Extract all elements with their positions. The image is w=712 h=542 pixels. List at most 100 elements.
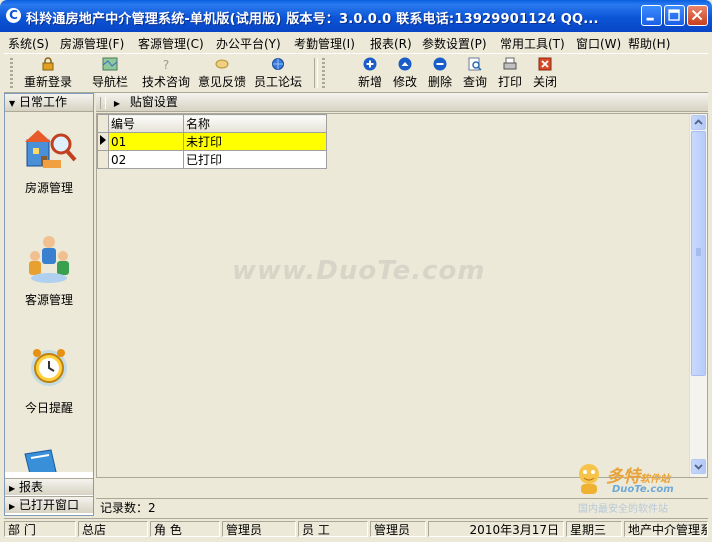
forum-button[interactable]: 员工论坛 [254, 57, 302, 90]
relogin-button[interactable]: 重新登录 [24, 57, 72, 90]
watermark-logo-slogan: 国内最安全的软件站 [578, 504, 668, 515]
menu-office[interactable]: 办公平台(Y) [216, 35, 281, 52]
menu-property[interactable]: 房源管理(F) [60, 35, 124, 52]
tech-support-label: 技术咨询 [142, 75, 191, 89]
table-header-row: 编号 名称 [97, 114, 327, 133]
play-arrow-icon: ▶ [113, 99, 120, 108]
daily-work-header[interactable]: ▼ 日常工作 [5, 94, 93, 112]
column-header-id[interactable]: 编号 [108, 114, 184, 133]
minimize-icon [646, 17, 654, 21]
map-icon [102, 57, 118, 71]
watermark-logo-domain: DuoTe.com [612, 484, 674, 495]
status-role-value: 管理员 [222, 521, 296, 537]
menu-bar: 系统(S) 房源管理(F) 客源管理(C) 办公平台(Y) 考勤管理(I) 报表… [4, 32, 708, 52]
cell-name[interactable]: 已打印 [183, 150, 327, 169]
expand-arrow-icon: ▶ [9, 502, 16, 511]
lock-icon [42, 57, 54, 71]
scroll-up-button[interactable] [691, 115, 706, 130]
toolbar-separator [314, 58, 318, 88]
search-button[interactable]: 查询 [463, 57, 487, 90]
add-button[interactable]: 新增 [358, 57, 382, 90]
question-icon: ? [163, 58, 169, 71]
up-arrow-icon [398, 57, 412, 71]
close-window-button[interactable]: 关闭 [533, 57, 557, 90]
reminder-label: 今日提醒 [24, 401, 73, 415]
minus-icon [433, 57, 447, 71]
nav-item-more[interactable] [5, 448, 83, 472]
data-table: 编号 名称 01 未打印 02 已打印 [97, 114, 327, 169]
column-header-name[interactable]: 名称 [183, 114, 327, 133]
relogin-label: 重新登录 [24, 75, 73, 89]
title-bar: C 科羚通房地产中介管理系统-单机版(试用版) 版本号：3.0.0.0 联系电话… [0, 0, 712, 32]
client-label: 客源管理 [24, 293, 73, 307]
chevron-up-icon [694, 119, 703, 125]
menu-attendance[interactable]: 考勤管理(I) [294, 35, 355, 52]
cell-id[interactable]: 01 [108, 132, 184, 151]
menu-client[interactable]: 客源管理(C) [138, 35, 204, 52]
close-window-label: 关闭 [533, 75, 558, 89]
expand-arrow-icon: ▶ [9, 484, 16, 493]
edit-label: 修改 [393, 75, 418, 89]
nav-item-reminder[interactable]: 今日提醒 [5, 342, 93, 416]
alarm-clock-icon [31, 349, 67, 386]
delete-button[interactable]: 删除 [428, 57, 452, 90]
left-nav-panel: ▼ 日常工作 房源管理 客源管理 今日提醒 ▶ 报表 ▶ 已打开窗口 [4, 93, 94, 516]
status-app-name: 地产中介管理系 [624, 521, 708, 537]
row-indicator-header [97, 114, 109, 133]
app-icon: C [6, 8, 21, 23]
close-icon [691, 9, 703, 21]
vertical-scrollbar[interactable] [689, 114, 707, 477]
maximize-button[interactable] [664, 5, 685, 26]
minimize-button[interactable] [641, 5, 662, 26]
collapse-arrow-icon: ▼ [9, 99, 16, 108]
cell-id[interactable]: 02 [108, 150, 184, 169]
report-section-header[interactable]: ▶ 报表 [5, 478, 93, 495]
toolbar-grip-2[interactable] [322, 58, 325, 88]
globe-icon [272, 58, 284, 70]
menu-window[interactable]: 窗口(W) [576, 35, 621, 52]
menu-report[interactable]: 报表(R) [370, 35, 412, 52]
status-staff-value: 管理员 [370, 521, 426, 537]
nav-item-client[interactable]: 客源管理 [5, 234, 93, 308]
menu-settings[interactable]: 参数设置(P) [422, 35, 487, 52]
house-magnifier-icon [25, 130, 77, 168]
feedback-label: 意见反馈 [198, 75, 247, 89]
edit-button[interactable]: 修改 [393, 57, 417, 90]
header-divider [100, 96, 106, 109]
nav-item-property[interactable]: 房源管理 [5, 126, 93, 196]
people-icon [29, 236, 69, 283]
print-button[interactable]: 打印 [498, 57, 522, 90]
folder-icon [24, 449, 57, 472]
close-red-icon [538, 57, 552, 71]
daily-work-body: 房源管理 客源管理 今日提醒 [5, 112, 93, 472]
toolbar-grip[interactable] [10, 58, 13, 88]
navbar-label: 导航栏 [92, 75, 129, 89]
status-dept-value: 总店 [78, 521, 148, 537]
menu-help[interactable]: 帮助(H) [628, 35, 670, 52]
feedback-button[interactable]: 意见反馈 [198, 57, 246, 90]
content-title: 贴窗设置 [129, 95, 178, 109]
status-dept-label: 部 门 [4, 521, 76, 537]
scroll-thumb[interactable] [691, 131, 706, 376]
toolbar: 重新登录 导航栏 ? 技术咨询 意见反馈 员工论坛 新增 修改 删除 查询 打印… [4, 53, 708, 93]
navbar-button[interactable]: 导航栏 [92, 57, 128, 90]
table-row[interactable]: 01 未打印 [97, 132, 327, 151]
cell-name[interactable]: 未打印 [183, 132, 327, 151]
data-grid: 编号 名称 01 未打印 02 已打印 [96, 113, 708, 478]
delete-label: 删除 [428, 75, 453, 89]
status-date: 2010年3月17日 [428, 521, 564, 537]
close-button[interactable] [687, 5, 708, 26]
table-row[interactable]: 02 已打印 [97, 150, 327, 169]
menu-system[interactable]: 系统(S) [8, 35, 49, 52]
open-windows-label: 已打开窗口 [18, 498, 79, 512]
search-label: 查询 [463, 75, 488, 89]
printer-icon [503, 57, 517, 70]
status-role-label: 角 色 [150, 521, 220, 537]
daily-work-label: 日常工作 [18, 95, 67, 109]
menu-tools[interactable]: 常用工具(T) [500, 35, 565, 52]
tech-support-button[interactable]: ? 技术咨询 [142, 57, 190, 90]
status-weekday: 星期三 [566, 521, 622, 537]
add-label: 新增 [358, 75, 383, 89]
status-staff-label: 员 工 [298, 521, 368, 537]
open-windows-header[interactable]: ▶ 已打开窗口 [5, 496, 93, 513]
